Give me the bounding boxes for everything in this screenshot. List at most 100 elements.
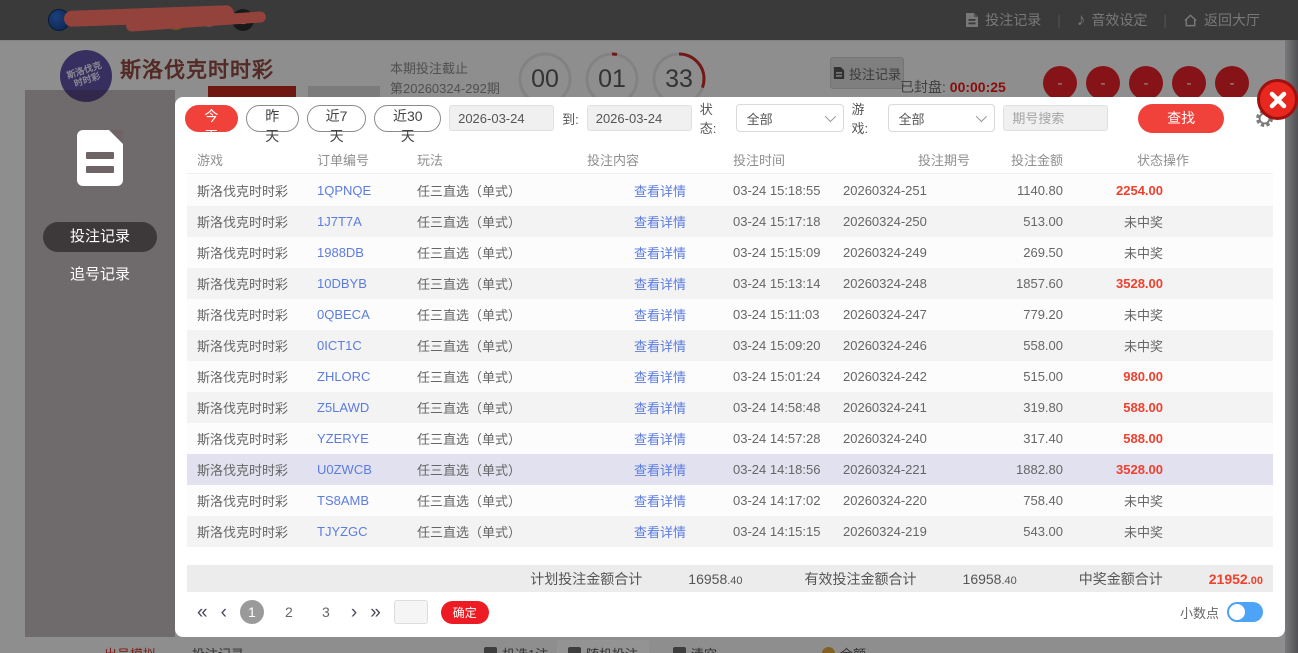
view-details-link[interactable]: 查看详情 [587,522,733,541]
summary-label: 中奖金额合计 [1078,570,1163,587]
cell-play-type: 任三直选（单式） [417,246,522,261]
column-header: 投注时间 [733,152,786,168]
table-row: 斯洛伐克时时彩 0ICT1C 任三直选（单式） 查看详情 03-24 15:09… [187,330,1273,361]
order-id-link[interactable]: ZHLORC [317,369,417,384]
view-details-link[interactable]: 查看详情 [587,212,733,231]
status-select[interactable]: 全部 [735,104,844,132]
cell-bet-amount: 515.00 [1023,369,1063,384]
view-details-link[interactable]: 查看详情 [587,274,733,293]
confirm-page-button[interactable]: 确定 [440,600,489,624]
summary-label: 有效投注金额合计 [804,570,917,587]
cell-status: 588.00 [1123,400,1163,415]
cell-play-type: 任三直选（单式） [417,432,522,447]
order-id-link[interactable]: YZERYE [317,431,417,446]
view-details-link[interactable]: 查看详情 [587,305,733,324]
page-number-button[interactable]: 3 [314,600,338,624]
cell-status: 2254.00 [1116,183,1163,198]
game-select[interactable]: 全部 [887,104,996,132]
cell-status: 3528.00 [1116,276,1163,291]
date-to-label: 到: [562,111,579,127]
modal-close-button[interactable] [1257,79,1298,120]
cell-game: 斯洛伐克时时彩 [197,401,289,416]
first-page-button[interactable]: « [197,603,208,622]
summary-item: 中奖金额合计 21952.00 [1017,569,1263,589]
period-search-input[interactable] [1003,105,1109,131]
table-row: 斯洛伐克时时彩 10DBYB 任三直选（单式） 查看详情 03-24 15:13… [187,268,1273,299]
cell-play-type: 任三直选（单式） [417,339,522,354]
table-row: 斯洛伐克时时彩 1988DB 任三直选（单式） 查看详情 03-24 15:15… [187,237,1273,268]
cell-bet-amount: 1140.80 [1016,183,1063,198]
find-button[interactable]: 查找 [1138,103,1224,133]
order-id-link[interactable]: TJYZGC [317,524,417,539]
table-row: 斯洛伐克时时彩 0QBECA 任三直选（单式） 查看详情 03-24 15:11… [187,299,1273,330]
date-from-input[interactable] [449,105,555,131]
cell-bet-period: 20260324-220 [843,493,927,508]
column-header: 操作 [1163,152,1190,168]
cell-status: 未中奖 [1123,494,1163,509]
cell-bet-period: 20260324-242 [843,369,927,384]
decimal-toggle-switch[interactable] [1227,602,1263,622]
cell-bet-period: 20260324-221 [843,462,927,477]
toggle-knob [1229,604,1245,620]
page-scrollbar[interactable] [1285,40,1298,653]
view-details-link[interactable]: 查看详情 [587,398,733,417]
page-jump-input[interactable] [393,600,428,624]
game-select-value: 全部 [898,111,925,127]
view-details-link[interactable]: 查看详情 [587,367,733,386]
view-details-link[interactable]: 查看详情 [587,181,733,200]
quick-filter-button[interactable]: 近30天 [374,104,442,144]
order-id-link[interactable]: 1QPNQE [317,183,417,198]
page-number-button[interactable]: 2 [277,600,301,624]
cell-bet-time: 03-24 15:15:09 [733,245,821,260]
view-details-link[interactable]: 查看详情 [587,243,733,262]
table-row: 斯洛伐克时时彩 Z5LAWD 任三直选（单式） 查看详情 03-24 14:58… [187,392,1273,423]
cell-play-type: 任三直选（单式） [417,184,522,199]
table-row: 斯洛伐克时时彩 U0ZWCB 任三直选（单式） 查看详情 03-24 14:18… [187,454,1273,485]
table-row: 斯洛伐克时时彩 TS8AMB 任三直选（单式） 查看详情 03-24 14:17… [187,485,1273,516]
cell-status: 未中奖 [1123,308,1163,323]
cell-status: 588.00 [1123,431,1163,446]
cell-game: 斯洛伐克时时彩 [197,277,289,292]
view-details-link[interactable]: 查看详情 [587,429,733,448]
cell-bet-period: 20260324-248 [843,276,927,291]
chevron-down-icon [824,110,836,123]
page-number-button[interactable]: 1 [239,600,264,624]
quick-filter-button[interactable]: 近7天 [306,104,367,144]
summary-value: 21952.00 [1209,571,1263,587]
order-id-link[interactable]: U0ZWCB [317,462,417,477]
cell-game: 斯洛伐克时时彩 [197,494,289,509]
filter-bar: 今天昨天近7天近30天 到: 状态: 全部 游戏: 全部 查找 [185,102,1275,144]
view-details-link[interactable]: 查看详情 [587,491,733,510]
cell-play-type: 任三直选（单式） [417,494,522,509]
order-id-link[interactable]: 1988DB [317,245,417,260]
last-page-button[interactable]: » [370,603,381,622]
order-id-link[interactable]: 0QBECA [317,307,417,322]
order-id-link[interactable]: 10DBYB [317,276,417,291]
order-id-link[interactable]: 0ICT1C [317,338,417,353]
cell-game: 斯洛伐克时时彩 [197,525,289,540]
order-id-link[interactable]: 1J7T7A [317,214,417,229]
view-details-link[interactable]: 查看详情 [587,460,733,479]
cell-bet-time: 03-24 14:15:15 [733,524,821,539]
cell-play-type: 任三直选（单式） [417,277,522,292]
prev-page-button[interactable]: ‹ [221,603,227,622]
cell-game: 斯洛伐克时时彩 [197,339,289,354]
summary-bar: 计划投注金额合计 16958.40 有效投注金额合计 16958.40 中奖金额… [187,565,1273,592]
decimal-toggle-group: 小数点 [1180,602,1263,622]
document-fold [109,130,123,144]
cell-game: 斯洛伐克时时彩 [197,184,289,199]
quick-filter-button[interactable]: 昨天 [245,104,299,144]
order-id-link[interactable]: Z5LAWD [317,400,417,415]
summary-item: 有效投注金额合计 16958.40 [743,569,1017,589]
cell-play-type: 任三直选（单式） [417,215,522,230]
quick-filter-button[interactable]: 今天 [185,104,238,144]
order-id-link[interactable]: TS8AMB [317,493,417,508]
cell-bet-time: 03-24 15:18:55 [733,183,821,198]
next-page-button[interactable]: › [351,603,357,622]
sidebar-item[interactable]: 追号记录 [43,260,157,290]
date-to-input[interactable] [586,105,692,131]
sidebar-item[interactable]: 投注记录 [43,222,157,252]
cell-bet-period: 20260324-246 [843,338,927,353]
view-details-link[interactable]: 查看详情 [587,336,733,355]
table-header: 游戏 订单编号 玩法 投注内容 投注时间 投注期号 投注金额 状态 操作 [187,145,1273,174]
